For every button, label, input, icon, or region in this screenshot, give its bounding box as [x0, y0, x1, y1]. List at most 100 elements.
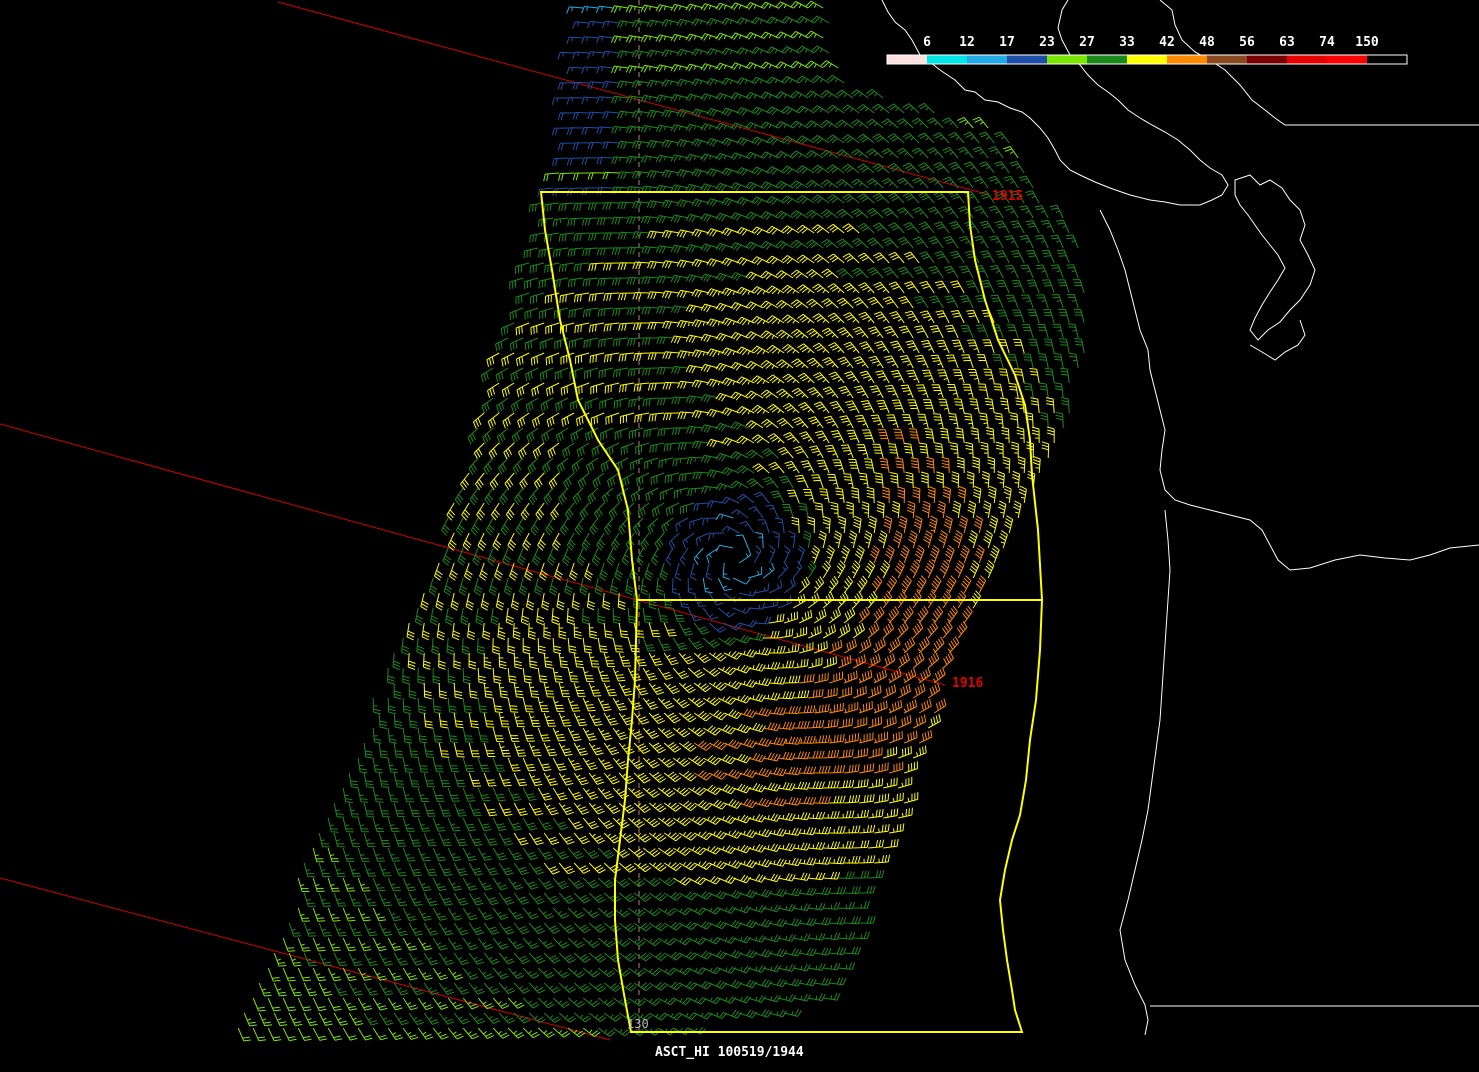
wind-barb — [852, 654, 867, 669]
wind-barb — [691, 440, 710, 449]
wind-barb — [775, 180, 794, 190]
wind-barb — [799, 735, 816, 744]
wind-barb — [931, 605, 944, 624]
wind-barb — [959, 295, 974, 309]
wind-barb — [417, 937, 433, 951]
wind-barb — [312, 1027, 328, 1041]
wind-barb — [603, 922, 622, 933]
wind-barb — [393, 952, 409, 966]
wind-barb — [387, 997, 403, 1011]
wind-barb — [715, 362, 734, 372]
wind-barb — [423, 802, 436, 817]
wind-barb — [769, 948, 787, 958]
wind-barb — [827, 283, 845, 294]
wind-barb — [706, 228, 725, 237]
wind-barb — [912, 652, 925, 669]
wind-barb — [468, 712, 479, 729]
wind-barb — [803, 489, 815, 504]
wind-barb — [513, 892, 530, 905]
wind-barb — [672, 787, 691, 797]
wind-barb — [648, 1012, 667, 1021]
wind-barb — [618, 802, 636, 814]
wind-barb — [708, 980, 727, 990]
wind-barb — [763, 964, 782, 973]
wind-barb — [717, 666, 736, 676]
wind-barb — [282, 937, 296, 952]
wind-barb — [492, 787, 506, 802]
wind-barb — [811, 194, 830, 204]
wind-barb — [393, 802, 406, 818]
wind-barb — [952, 500, 961, 519]
wind-barb — [799, 947, 817, 957]
wind-barb — [672, 937, 691, 946]
wind-barb — [644, 457, 659, 470]
wind-barb — [915, 354, 929, 369]
wind-barb — [706, 348, 725, 358]
wind-barb — [977, 383, 989, 399]
wind-barb — [791, 516, 800, 534]
wind-barb — [342, 937, 357, 952]
wind-barb — [784, 611, 798, 624]
wind-barb — [739, 979, 758, 989]
wind-barb — [881, 207, 899, 219]
wind-barb — [507, 1027, 525, 1039]
wind-barb — [1004, 235, 1019, 249]
wind-barb — [590, 412, 605, 426]
wind-barb — [717, 695, 737, 705]
wind-barb — [964, 191, 980, 204]
wind-barb — [393, 1012, 409, 1026]
wind-barb — [887, 222, 905, 234]
wind-barb — [417, 967, 433, 981]
wind-barb — [745, 360, 764, 370]
wind-barb — [510, 397, 524, 413]
wind-barb — [760, 61, 779, 70]
wind-barb — [769, 736, 787, 746]
wind-barb — [545, 322, 560, 335]
wind-barb — [678, 951, 697, 961]
wind-barb — [700, 243, 719, 253]
wind-barb — [914, 545, 925, 564]
wind-barb — [989, 545, 1000, 564]
wind-barb — [573, 952, 592, 963]
wind-barb — [897, 715, 912, 729]
wind-barb — [522, 757, 536, 772]
wind-barb — [830, 430, 845, 444]
wind-barb — [387, 937, 402, 951]
wind-barb — [517, 547, 526, 566]
wind-barb — [530, 352, 545, 366]
wind-barb — [408, 952, 424, 966]
wind-barb — [461, 502, 471, 521]
wind-barb — [811, 474, 824, 489]
wind-barb — [573, 832, 590, 845]
wind-barb — [552, 697, 565, 712]
wind-barb — [707, 532, 725, 541]
wind-barb — [510, 367, 524, 382]
wind-barb — [706, 138, 725, 147]
wind-barb — [836, 208, 854, 219]
wind-barb — [700, 213, 719, 222]
wind-barb — [702, 875, 721, 885]
wind-barb — [530, 517, 540, 536]
wind-barb — [999, 397, 1010, 414]
wind-barb — [632, 292, 650, 300]
wind-barb — [614, 427, 629, 440]
wind-barb — [573, 712, 588, 727]
legend-swatch — [927, 55, 967, 64]
wind-barb — [700, 63, 719, 71]
wind-barb — [657, 637, 672, 652]
wind-barb — [951, 339, 965, 354]
wind-barb — [902, 162, 920, 174]
wind-barb — [981, 471, 990, 489]
wind-barb — [691, 78, 710, 87]
wind-barb — [477, 997, 494, 1010]
wind-barb — [736, 376, 755, 386]
wind-barb — [829, 977, 847, 986]
wind-barb — [528, 712, 541, 727]
wind-barb — [327, 817, 339, 833]
wind-barb — [552, 532, 561, 551]
wind-barb — [796, 254, 815, 264]
wind-barb — [417, 1027, 434, 1040]
wind-barb — [642, 697, 659, 710]
wind-barb — [999, 530, 1008, 549]
wind-barb — [853, 515, 862, 534]
